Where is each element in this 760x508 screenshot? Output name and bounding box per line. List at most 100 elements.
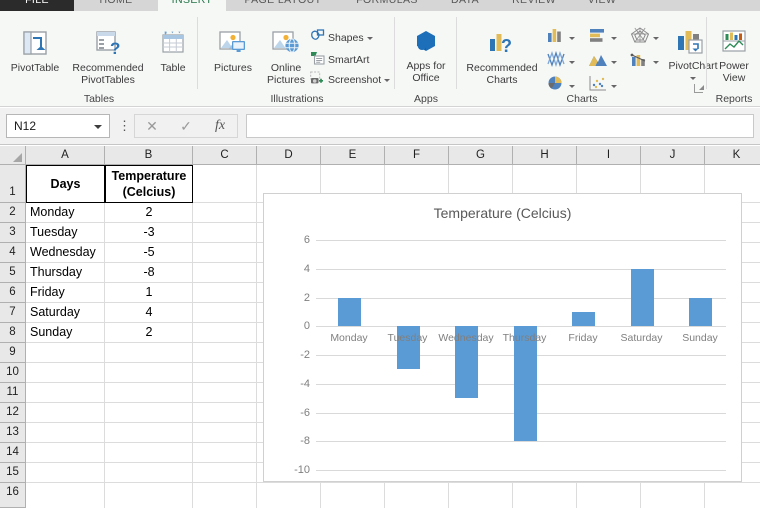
bar-friday[interactable] (572, 311, 595, 327)
cell-a8[interactable]: Sunday (27, 323, 104, 342)
column-header-c[interactable]: C (193, 146, 257, 165)
row-header-10[interactable]: 10 (0, 363, 26, 383)
online-pictures-label-1: Online (270, 62, 302, 74)
insert-bar-chart-button[interactable] (588, 27, 617, 48)
cell-b7[interactable]: 4 (106, 303, 192, 322)
recommended-charts-button[interactable]: ? Recommended Charts (460, 29, 544, 86)
bar-saturday[interactable] (630, 268, 654, 327)
cell-a1[interactable]: Days (26, 165, 105, 203)
column-header-h[interactable]: H (513, 146, 577, 165)
chart-object[interactable]: Temperature (Celcius) 6 4 2 0 -2 -4 -6 -… (263, 193, 742, 482)
bar-sunday[interactable] (689, 297, 712, 327)
column-header-e[interactable]: E (321, 146, 385, 165)
pivotchart-dropdown-caret[interactable] (690, 76, 696, 80)
row-header-7[interactable]: 7 (0, 303, 26, 323)
row-header-8[interactable]: 8 (0, 323, 26, 343)
screenshot-dropdown-caret[interactable] (384, 78, 391, 82)
area-chart-caret[interactable] (611, 61, 617, 65)
row-header-16[interactable]: 16 (0, 483, 26, 508)
cell-a3[interactable]: Tuesday (27, 223, 104, 242)
insert-function-icon[interactable]: fx (203, 115, 237, 137)
apps-for-office-button[interactable]: Apps for Office (399, 29, 453, 84)
name-box[interactable]: N12 (6, 114, 110, 138)
insert-combo-chart-button[interactable] (630, 51, 659, 72)
name-box-caret-icon[interactable] (94, 125, 102, 129)
ribbon-group-label-illustrations: Illustrations (270, 93, 324, 105)
cell-a6[interactable]: Friday (27, 283, 104, 302)
cell-a4[interactable]: Wednesday (27, 243, 104, 262)
combo-chart-caret[interactable] (653, 61, 659, 65)
pie-chart-caret[interactable] (569, 85, 575, 89)
scatter-chart-caret[interactable] (611, 85, 617, 89)
row-header-2[interactable]: 2 (0, 203, 26, 223)
cancel-icon[interactable]: ✕ (135, 115, 169, 137)
bar-monday[interactable] (338, 297, 361, 327)
power-view-button[interactable]: Power View (710, 29, 758, 84)
cell-b5[interactable]: -8 (106, 263, 192, 282)
ytick-label-4: 4 (303, 262, 310, 275)
pivottable-icon (6, 29, 64, 62)
row-header-9[interactable]: 9 (0, 343, 26, 363)
column-header-k[interactable]: K (705, 146, 760, 165)
enter-icon[interactable]: ✓ (169, 115, 203, 137)
screenshot-button[interactable]: Screenshot (310, 71, 391, 89)
tab-data[interactable]: DATA (435, 0, 495, 11)
shapes-label: Shapes (328, 31, 364, 44)
recommended-pivottables-button[interactable]: ? Recommended PivotTables (66, 29, 150, 86)
insert-column-chart-button[interactable] (546, 27, 575, 48)
cell-a2[interactable]: Monday (27, 203, 104, 222)
row-header-3[interactable]: 3 (0, 223, 26, 243)
column-header-g[interactable]: G (449, 146, 513, 165)
row-header-13[interactable]: 13 (0, 423, 26, 443)
cell-b1[interactable]: Temperature (Celcius) (105, 165, 193, 203)
pictures-button[interactable]: Pictures (205, 29, 261, 74)
shapes-dropdown-caret[interactable] (366, 36, 373, 40)
pivot-table-button[interactable]: PivotTable (6, 29, 64, 74)
row-header-14[interactable]: 14 (0, 443, 26, 463)
tab-home[interactable]: HOME (75, 0, 157, 11)
row-header-11[interactable]: 11 (0, 383, 26, 403)
online-pictures-button[interactable]: Online Pictures (262, 29, 310, 86)
tab-review[interactable]: REVIEW (496, 0, 572, 11)
column-header-b[interactable]: B (105, 146, 193, 165)
smartart-button[interactable]: SmartArt (310, 51, 369, 69)
svg-text:?: ? (501, 36, 512, 56)
cell-b3[interactable]: -3 (106, 223, 192, 242)
table-button[interactable]: Table (152, 29, 194, 74)
tab-formulas[interactable]: FORMULAS (340, 0, 434, 11)
cell-a7[interactable]: Saturday (27, 303, 104, 322)
tab-file[interactable]: FILE (0, 0, 74, 11)
cell-a5[interactable]: Thursday (27, 263, 104, 282)
insert-radar-chart-button[interactable] (630, 27, 659, 48)
stock-chart-caret[interactable] (569, 61, 575, 65)
radar-chart-caret[interactable] (653, 37, 659, 41)
charts-dialog-launcher[interactable] (694, 84, 704, 93)
tab-view[interactable]: VIEW (573, 0, 631, 11)
formula-bar-handle[interactable]: ⋮ (118, 119, 131, 132)
row-header-5[interactable]: 5 (0, 263, 26, 283)
row-header-15[interactable]: 15 (0, 463, 26, 483)
column-header-d[interactable]: D (257, 146, 321, 165)
insert-stock-chart-button[interactable] (546, 50, 575, 72)
row-header-4[interactable]: 4 (0, 243, 26, 263)
column-header-i[interactable]: I (577, 146, 641, 165)
row-header-6[interactable]: 6 (0, 283, 26, 303)
column-header-j[interactable]: J (641, 146, 705, 165)
formula-input[interactable] (246, 114, 754, 138)
cell-b8[interactable]: 2 (106, 323, 192, 342)
cell-b2[interactable]: 2 (106, 203, 192, 222)
cell-b6[interactable]: 1 (106, 283, 192, 302)
column-chart-caret[interactable] (569, 37, 575, 41)
tab-page-layout[interactable]: PAGE LAYOUT (227, 0, 339, 11)
column-header-a[interactable]: A (26, 146, 105, 165)
cell-b4[interactable]: -5 (106, 243, 192, 262)
bar-chart-caret[interactable] (611, 37, 617, 41)
smartart-label: SmartArt (328, 53, 370, 66)
shapes-button[interactable]: Shapes (310, 29, 373, 47)
select-all-corner[interactable] (0, 146, 26, 165)
tab-insert[interactable]: INSERT (158, 0, 226, 11)
insert-area-chart-button[interactable] (588, 51, 617, 72)
row-header-1[interactable]: 1 (0, 165, 26, 203)
row-header-12[interactable]: 12 (0, 403, 26, 423)
column-header-f[interactable]: F (385, 146, 449, 165)
